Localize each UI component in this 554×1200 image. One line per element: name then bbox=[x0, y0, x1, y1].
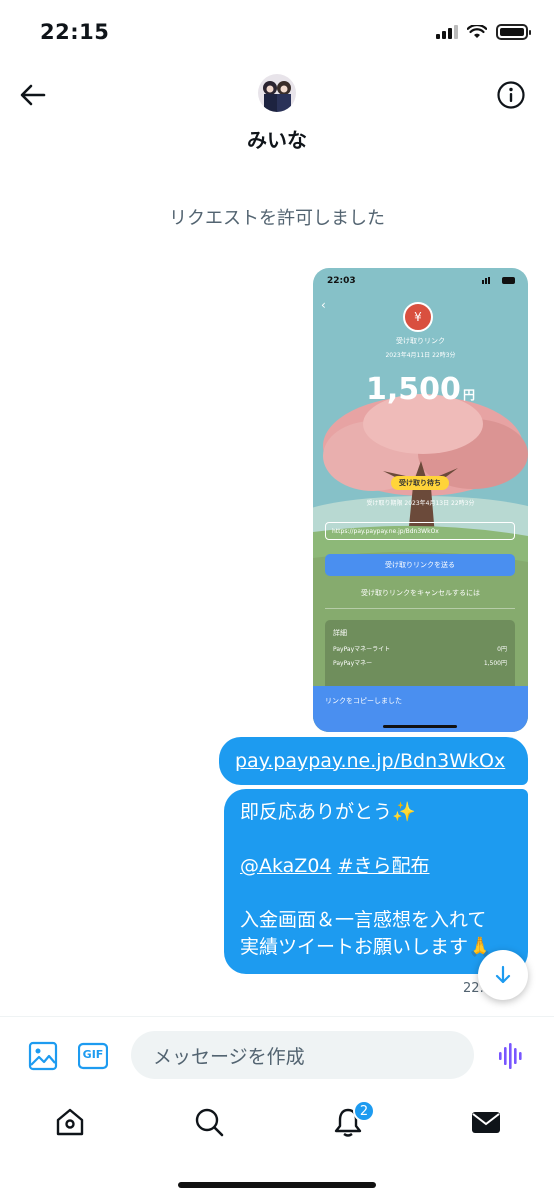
cellular-signal-icon bbox=[436, 25, 458, 39]
embedded-back-icon: ‹ bbox=[321, 298, 326, 312]
embedded-expiry: 受け取り期限 2023年4月13日 22時3分 bbox=[366, 500, 475, 507]
embedded-status-time: 22:03 bbox=[327, 276, 356, 286]
embedded-url-field: https://pay.paypay.ne.jp/Bdn3WkOx bbox=[325, 522, 515, 540]
message-line: 実績ツイートお願いします🙏 bbox=[240, 936, 492, 958]
messages-icon[interactable] bbox=[470, 1106, 502, 1138]
conversation-header: みいな bbox=[0, 66, 554, 162]
embedded-detail-heading: 詳細 bbox=[333, 629, 347, 637]
message-input[interactable]: メッセージを作成 bbox=[131, 1031, 474, 1079]
embedded-amount: 1,500 円 bbox=[366, 372, 475, 407]
tab-bar: 2 bbox=[0, 1090, 554, 1200]
message-tags-line: @AkaZ04 #きら配布 bbox=[240, 853, 512, 880]
cherry-tree-illustration bbox=[313, 394, 528, 536]
avatar[interactable] bbox=[258, 74, 296, 112]
gif-button[interactable]: GIF bbox=[77, 1041, 109, 1071]
image-message[interactable]: 22:03 ‹ ¥ 受け取りリンク 2023年4月11日 22時3分 1,500… bbox=[313, 268, 528, 732]
embedded-home-indicator bbox=[383, 725, 457, 728]
back-button[interactable] bbox=[18, 80, 48, 110]
status-time: 22:15 bbox=[40, 20, 110, 44]
message-line: 即反応ありがとう✨ bbox=[240, 801, 416, 823]
text-message[interactable]: 即反応ありがとう✨ @AkaZ04 #きら配布 入金画面＆一言感想を入れて 実績… bbox=[224, 789, 528, 974]
mention-link[interactable]: @AkaZ04 bbox=[240, 855, 332, 877]
wifi-icon bbox=[467, 25, 487, 38]
embedded-date: 2023年4月11日 22時3分 bbox=[385, 352, 456, 359]
embedded-divider bbox=[325, 608, 515, 609]
info-icon bbox=[497, 81, 525, 109]
info-button[interactable] bbox=[496, 80, 526, 110]
embedded-cancel-link: 受け取りリンクをキャンセルするには bbox=[361, 589, 480, 597]
arrow-down-icon bbox=[495, 965, 511, 984]
avatar-image bbox=[258, 74, 296, 112]
home-icon[interactable] bbox=[54, 1106, 86, 1138]
hashtag-link[interactable]: #きら配布 bbox=[338, 855, 430, 877]
home-indicator bbox=[178, 1182, 376, 1188]
image-icon[interactable] bbox=[28, 1041, 58, 1071]
embedded-yen-icon: ¥ bbox=[403, 302, 433, 332]
gif-label: GIF bbox=[82, 1048, 104, 1061]
embedded-detail-row: PayPayマネー 1,500円 bbox=[333, 660, 507, 667]
embedded-send-button: 受け取りリンクを送る bbox=[325, 554, 515, 576]
embedded-status-icons bbox=[482, 277, 515, 284]
embedded-detail-row: PayPayマネーライト 0円 bbox=[333, 646, 507, 653]
system-message: リクエストを許可しました bbox=[169, 208, 385, 229]
message-composer: GIF メッセージを作成 bbox=[0, 1016, 554, 1090]
link-message[interactable]: pay.paypay.ne.jp/Bdn3WkOx bbox=[219, 737, 528, 785]
search-icon[interactable] bbox=[193, 1106, 225, 1138]
status-icons bbox=[436, 24, 531, 40]
conversation-name[interactable]: みいな bbox=[0, 124, 554, 153]
message-line: 入金画面＆一言感想を入れて bbox=[240, 909, 487, 931]
battery-icon bbox=[496, 24, 531, 40]
embedded-title: 受け取りリンク bbox=[396, 337, 445, 345]
status-bar: 22:15 bbox=[0, 0, 554, 66]
voice-message-icon[interactable] bbox=[497, 1041, 525, 1071]
embedded-status-badge: 受け取り待ち bbox=[391, 476, 449, 490]
scroll-to-bottom-button[interactable] bbox=[478, 950, 528, 1000]
notification-badge: 2 bbox=[353, 1100, 375, 1122]
arrow-left-icon bbox=[20, 84, 46, 106]
